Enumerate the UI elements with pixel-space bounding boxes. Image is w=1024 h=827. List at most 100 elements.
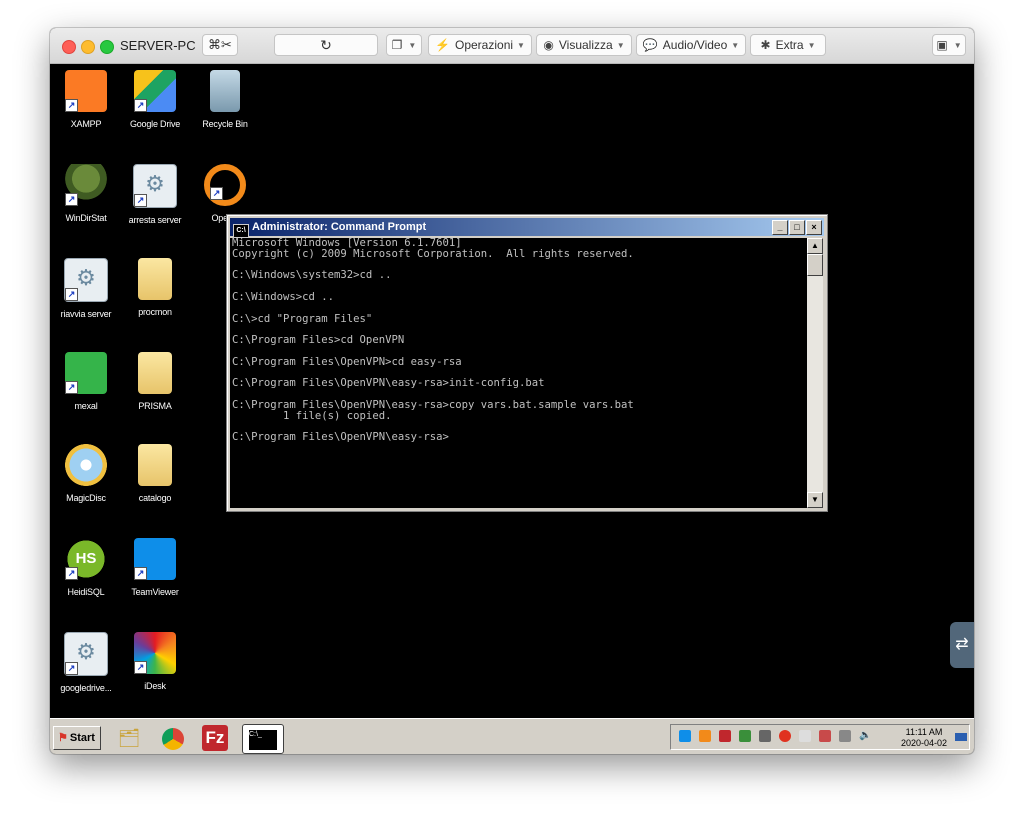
xampp-icon: ↗ [65,70,107,112]
cmd-console[interactable]: Microsoft Windows [Version 6.1.7601] Cop… [230,238,807,508]
heidisql-icon: HS ↗ [65,538,107,580]
mexal-icon: ↗ [65,352,107,394]
cmd-app-icon: C:\_ [249,730,277,751]
scroll-up-button[interactable]: ▲ [807,238,823,254]
network-tray-icon[interactable] [739,730,751,742]
desktop-icon-label: arresta server [128,215,182,225]
settings-shortcut-icon: ↗ [133,164,177,208]
taskbar: ⚑ Start 🗂 Fz C:\_ 🔈 11:11 AM 2020-04-02 [50,718,974,754]
alert-tray-icon[interactable] [819,730,831,742]
clipboard-menu-button[interactable]: ❐ ▼ [386,34,422,56]
windows-flag-icon: ⚑ [58,732,68,744]
filezilla-icon: Fz [205,728,225,747]
desktop-icon-idesk[interactable]: ↗ iDesk [123,632,187,691]
cmd-app-icon: C:\ [233,224,249,238]
refresh-icon: ↻ [320,36,332,53]
chevron-down-icon: ▼ [616,40,625,50]
copy-icon: ❐ [391,38,403,52]
teamviewer-side-tab[interactable]: ⇄ [950,622,974,668]
security-tray-icon[interactable] [759,730,771,742]
desktop-icon-google-drive[interactable]: ↗ Google Drive [123,70,187,129]
show-desktop-icon[interactable] [955,733,967,741]
extra-menu[interactable]: ✱ Extra ▼ [750,34,826,56]
desktop-icon-label: googledrive... [60,683,112,693]
desktop-icon-arresta-server[interactable]: ↗ arresta server [123,164,187,225]
cmd-close-button[interactable]: × [806,220,822,235]
remote-desktop: ↗ XAMPP ↗ Google Drive Recycle Bin ↗ Win… [50,64,974,718]
folder-icon [138,352,172,394]
remote-desktop-window: SERVER-PC ⌘✂ ↻ ❐ ▼ ⚡ Operazioni ▼ ◉ Visu… [50,28,974,754]
start-label: Start [69,732,95,744]
monitor-tray-icon[interactable] [839,730,851,742]
desktop-icon-recycle-bin[interactable]: Recycle Bin [193,70,257,129]
zoom-window-button[interactable] [100,40,114,54]
desktop-icon-label: riavvia server [60,309,112,319]
chat-icon: 💬 [642,38,658,52]
audio-video-menu[interactable]: 💬 Audio/Video ▼ [636,34,746,56]
operations-label: Operazioni [455,38,514,52]
close-window-button[interactable] [62,40,76,54]
chrome-icon [162,728,184,751]
desktop-icon-prisma[interactable]: PRISMA [123,352,187,411]
desktop-icon-googledrive-script[interactable]: ↗ googledrive... [54,632,118,693]
cmd-output: Microsoft Windows [Version 6.1.7601] Cop… [232,238,634,444]
volume-icon[interactable]: 🔈 [859,730,871,742]
taskbar-explorer[interactable]: 🗂 [114,724,144,752]
cmd-maximize-button[interactable]: □ [789,220,805,235]
taskbar-filezilla[interactable]: Fz [202,725,228,751]
windirstat-icon: ↗ [65,164,107,206]
desktop-icon-magicdisc[interactable]: MagicDisc [54,444,118,503]
desktop-icon-riavvia-server[interactable]: ↗ riavvia server [54,258,118,319]
status-tray-icon[interactable] [799,730,811,742]
refresh-button[interactable]: ↻ [274,34,378,56]
eye-icon: ◉ [543,38,554,52]
clock-time: 11:11 AM [905,727,943,737]
openvpn-icon: ↗ [204,164,246,206]
ctrl-alt-del-button[interactable]: ⌘✂ [202,34,238,56]
help-tray-icon[interactable] [719,730,731,742]
command-prompt-window[interactable]: C:\ Administrator: Command Prompt _ □ × M… [226,214,828,512]
desktop-icon-label: Google Drive [129,119,181,129]
teamviewer-icon: ⇄ [955,636,969,653]
desktop-icon-label: TeamViewer [131,587,179,597]
operations-menu[interactable]: ⚡ Operazioni ▼ [428,34,532,56]
clock-date: 2020-04-02 [900,738,948,748]
desktop-icon-label: procmon [138,307,172,317]
desktop-icon-mexal[interactable]: ↗ mexal [54,352,118,411]
start-button[interactable]: ⚑ Start [53,726,101,750]
chevron-down-icon: ▼ [408,40,417,50]
cmd-title-bar[interactable]: C:\ Administrator: Command Prompt _ □ × [230,218,824,238]
folder-icon [138,258,172,300]
chevron-down-icon: ▼ [807,40,816,50]
desktop-icon-catalogo[interactable]: catalogo [123,444,187,503]
desktop-icon-xampp[interactable]: ↗ XAMPP [54,70,118,129]
openvpn-tray-icon[interactable] [779,730,791,742]
desktop-icon-windirstat[interactable]: ↗ WinDirStat [54,164,118,223]
scroll-down-button[interactable]: ▼ [807,492,823,508]
desktop-icon-heidisql[interactable]: HS ↗ HeidiSQL [54,538,118,597]
desktop-icon-procmon[interactable]: procmon [123,258,187,317]
google-drive-icon: ↗ [134,70,176,112]
taskbar-cmd[interactable]: C:\_ [242,724,284,754]
desktop-icon-teamviewer[interactable]: ↗ TeamViewer [123,538,187,597]
desktop-icon-label: mexal [74,401,98,411]
desktop-icon-label: PRISMA [138,401,172,411]
taskbar-chrome[interactable] [158,724,188,752]
settings-shortcut-icon: ↗ [64,258,108,302]
magicdisc-icon [65,444,107,486]
cmd-scrollbar[interactable]: ▲ ▼ [807,238,823,508]
minimize-window-button[interactable] [81,40,95,54]
teamviewer-tray-icon[interactable] [679,730,691,742]
lightning-icon: ⚡ [435,38,450,52]
extra-label: Extra [775,38,804,52]
chevron-down-icon: ▼ [731,40,740,50]
clock[interactable]: 11:11 AM 2020-04-02 [895,727,953,749]
view-menu[interactable]: ◉ Visualizza ▼ [536,34,632,56]
xampp-tray-icon[interactable] [699,730,711,742]
system-tray: 🔈 11:11 AM 2020-04-02 [670,724,970,750]
window-title: SERVER-PC [120,38,196,53]
scroll-thumb[interactable] [807,254,823,276]
fullscreen-menu-button[interactable]: ▣ ▼ [932,34,966,56]
cmd-minimize-button[interactable]: _ [772,220,788,235]
desktop-icon-label: MagicDisc [66,493,106,503]
